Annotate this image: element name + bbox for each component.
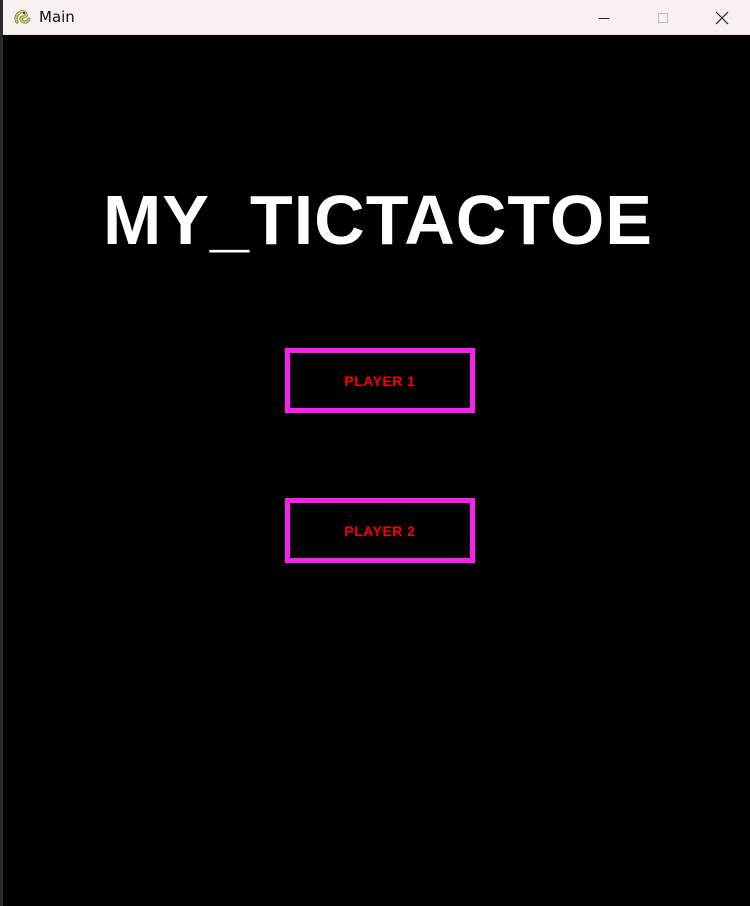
maximize-button[interactable] bbox=[640, 0, 686, 35]
app-window: Main MY_TICTACTOE PLAYER 1 PLAYER 2 bbox=[3, 0, 750, 906]
close-icon bbox=[715, 11, 729, 25]
title-bar[interactable]: Main bbox=[3, 0, 750, 35]
minimize-icon bbox=[598, 12, 610, 24]
game-title: MY_TICTACTOE bbox=[103, 181, 653, 259]
player-2-button[interactable]: PLAYER 2 bbox=[285, 498, 475, 563]
maximize-icon bbox=[657, 12, 669, 24]
window-title: Main bbox=[39, 8, 75, 26]
player-1-button[interactable]: PLAYER 1 bbox=[285, 348, 475, 413]
close-button[interactable] bbox=[699, 0, 745, 35]
player-2-label: PLAYER 2 bbox=[344, 522, 416, 539]
pygame-snake-icon bbox=[13, 7, 33, 27]
player-1-label: PLAYER 1 bbox=[344, 372, 416, 389]
minimize-button[interactable] bbox=[581, 0, 627, 35]
game-canvas: MY_TICTACTOE PLAYER 1 PLAYER 2 bbox=[3, 35, 750, 906]
